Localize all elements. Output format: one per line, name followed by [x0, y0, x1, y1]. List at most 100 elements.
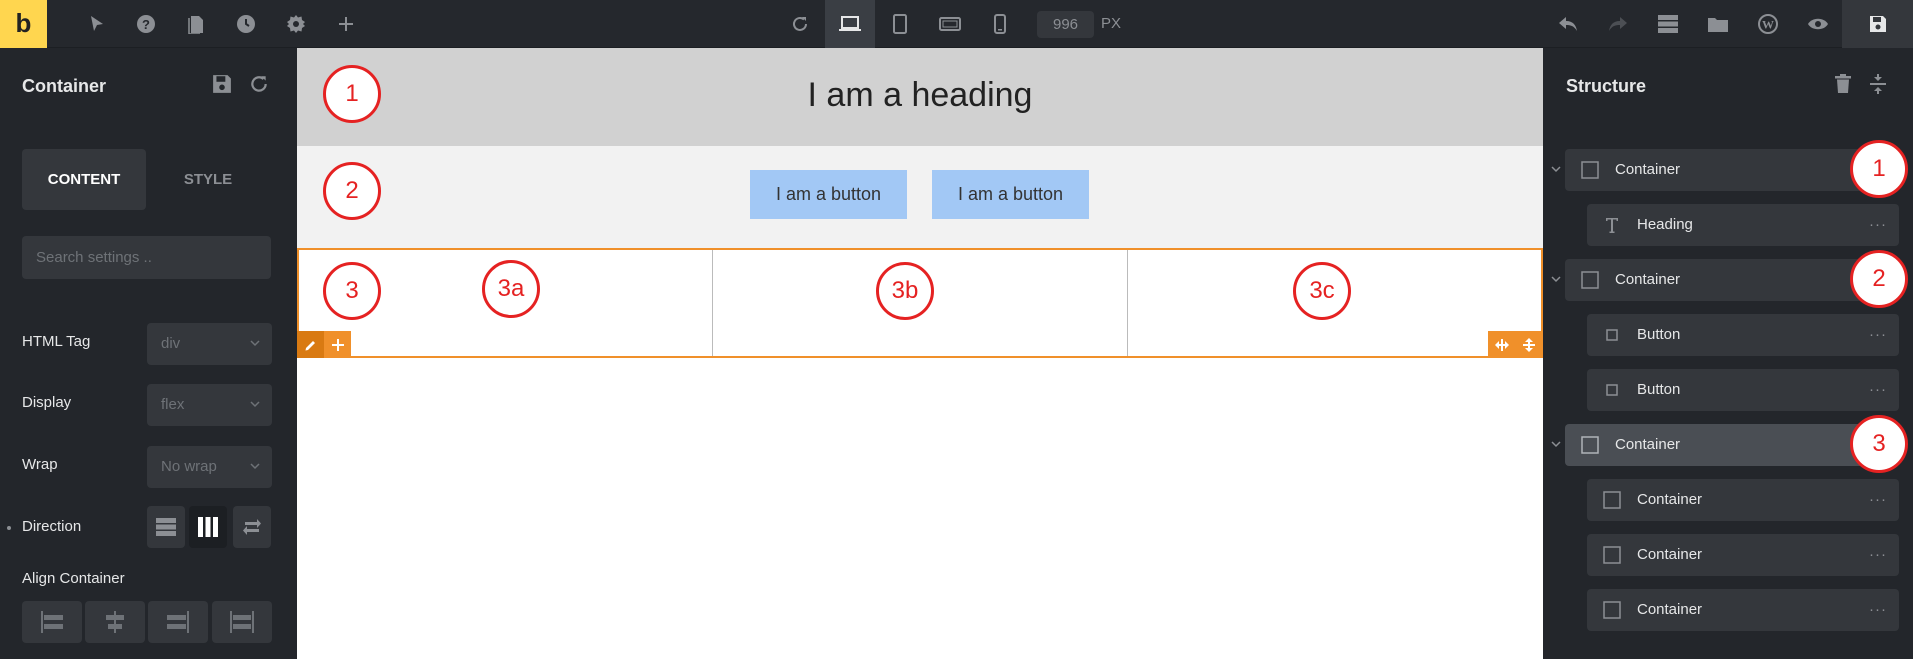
- save-button[interactable]: [1842, 0, 1913, 48]
- html-tag-select[interactable]: div: [147, 323, 272, 365]
- callout-3b: 3b: [876, 262, 934, 320]
- direction-label: Direction: [22, 518, 82, 535]
- structure-item-container-2[interactable]: Container: [1551, 259, 1898, 301]
- more-options-icon[interactable]: ···: [1869, 546, 1887, 563]
- more-options-icon[interactable]: ···: [1869, 491, 1887, 508]
- redo-icon[interactable]: [1606, 12, 1630, 36]
- container-icon: [1603, 546, 1621, 564]
- column-divider: [1127, 250, 1128, 356]
- folder-icon[interactable]: [1706, 12, 1730, 36]
- preview-eye-icon[interactable]: [1806, 12, 1830, 36]
- callout-3: 3: [323, 262, 381, 320]
- direction-column-button[interactable]: [147, 506, 185, 548]
- add-element-icon[interactable]: [334, 12, 358, 36]
- structure-item-label: Container: [1615, 161, 1681, 178]
- align-start-icon: [41, 611, 63, 633]
- chevron-down-icon: [250, 338, 260, 348]
- save-template-icon[interactable]: [212, 74, 232, 94]
- align-left-button[interactable]: [22, 601, 82, 643]
- collapse-all-icon[interactable]: [1869, 74, 1887, 94]
- direction-reverse-button[interactable]: [233, 506, 271, 548]
- add-child-button[interactable]: [324, 331, 351, 358]
- button-icon: [1603, 381, 1621, 399]
- align-container-label: Align Container: [22, 570, 125, 587]
- trash-icon[interactable]: [1834, 74, 1852, 94]
- more-options-icon[interactable]: ···: [1869, 326, 1887, 343]
- chevron-down-icon[interactable]: [1551, 439, 1561, 449]
- direction-row-button[interactable]: [189, 506, 227, 548]
- column-divider: [712, 250, 713, 356]
- breakpoint-mobile-icon[interactable]: [988, 12, 1012, 36]
- chevron-down-icon: [250, 461, 260, 471]
- structure-item-label: Container: [1615, 436, 1681, 453]
- display-select[interactable]: flex: [147, 384, 272, 426]
- wrap-value: No wrap: [161, 458, 217, 475]
- svg-text:?: ?: [142, 17, 150, 32]
- chevron-down-icon[interactable]: [1551, 274, 1561, 284]
- help-icon[interactable]: ?: [134, 12, 158, 36]
- move-element-handle[interactable]: [1515, 331, 1542, 358]
- breakpoint-tablet-icon[interactable]: [888, 12, 912, 36]
- page-heading[interactable]: I am a heading: [297, 76, 1543, 115]
- more-options-icon[interactable]: ···: [1869, 381, 1887, 398]
- more-options-icon[interactable]: ···: [1869, 601, 1887, 618]
- align-right-button[interactable]: [148, 601, 208, 643]
- undo-icon[interactable]: [1556, 12, 1580, 36]
- structure-item-container-1[interactable]: Container: [1551, 149, 1898, 191]
- structure-callout-2: 2: [1850, 250, 1908, 308]
- chevron-down-icon[interactable]: [1551, 164, 1561, 174]
- edit-element-button[interactable]: [297, 331, 324, 358]
- canvas-button-1[interactable]: I am a button: [750, 170, 907, 219]
- structure-item-container-3b[interactable]: Container ···: [1587, 534, 1899, 576]
- builder-canvas[interactable]: I am a heading I am a button I am a butt…: [297, 48, 1543, 659]
- breakpoint-desktop-button[interactable]: [825, 0, 875, 48]
- structure-item-button-2[interactable]: Button ···: [1587, 369, 1899, 411]
- search-settings-input[interactable]: [22, 236, 271, 279]
- display-value: flex: [161, 396, 185, 413]
- container-section-2[interactable]: I am a button I am a button: [297, 146, 1543, 248]
- callout-2: 2: [323, 162, 381, 220]
- reload-icon[interactable]: [788, 12, 812, 36]
- tab-style[interactable]: STYLE: [146, 149, 270, 210]
- panel-title: Container: [22, 76, 107, 96]
- builder-logo[interactable]: b: [0, 0, 47, 48]
- structure-callout-1: 1: [1850, 140, 1908, 198]
- container-icon: [1581, 161, 1599, 179]
- pointer-icon[interactable]: [85, 12, 109, 36]
- history-icon[interactable]: [234, 12, 258, 36]
- breakpoint-tablet-landscape-icon[interactable]: [938, 12, 962, 36]
- callout-3a: 3a: [482, 260, 540, 318]
- structure-item-button-1[interactable]: Button ···: [1587, 314, 1899, 356]
- align-center-icon: [106, 611, 124, 633]
- stacked-rows-icon[interactable]: [1656, 12, 1680, 36]
- structure-item-container-3c[interactable]: Container ···: [1587, 589, 1899, 631]
- chevron-down-icon: [250, 399, 260, 409]
- callout-1: 1: [323, 65, 381, 123]
- canvas-button-2[interactable]: I am a button: [932, 170, 1089, 219]
- align-stretch-button[interactable]: [212, 601, 272, 643]
- container-section-1[interactable]: I am a heading: [297, 48, 1543, 146]
- structure-item-container-3a[interactable]: Container ···: [1587, 479, 1899, 521]
- structure-item-label: Container: [1615, 271, 1681, 288]
- structure-item-heading[interactable]: Heading ···: [1587, 204, 1899, 246]
- direction-modified-dot: [7, 526, 11, 530]
- structure-item-container-3-active[interactable]: Container: [1551, 424, 1898, 466]
- container-icon: [1603, 601, 1621, 619]
- button-icon: [1603, 326, 1621, 344]
- width-unit-label: PX: [1101, 15, 1122, 32]
- tab-content[interactable]: CONTENT: [22, 149, 146, 210]
- wordpress-icon[interactable]: W: [1756, 12, 1780, 36]
- structure-item-label: Button: [1637, 381, 1681, 398]
- align-center-button[interactable]: [85, 601, 145, 643]
- more-options-icon[interactable]: ···: [1869, 216, 1887, 233]
- structure-callout-3: 3: [1850, 415, 1908, 473]
- pages-icon[interactable]: [184, 12, 208, 36]
- canvas-width-input[interactable]: 996: [1037, 11, 1094, 38]
- resize-width-handle[interactable]: [1488, 331, 1515, 358]
- wrap-select[interactable]: No wrap: [147, 446, 272, 488]
- reverse-icon: [243, 519, 261, 535]
- columns-icon: [198, 517, 218, 537]
- container-icon: [1603, 491, 1621, 509]
- reset-icon[interactable]: [249, 74, 269, 94]
- settings-gear-icon[interactable]: [284, 12, 308, 36]
